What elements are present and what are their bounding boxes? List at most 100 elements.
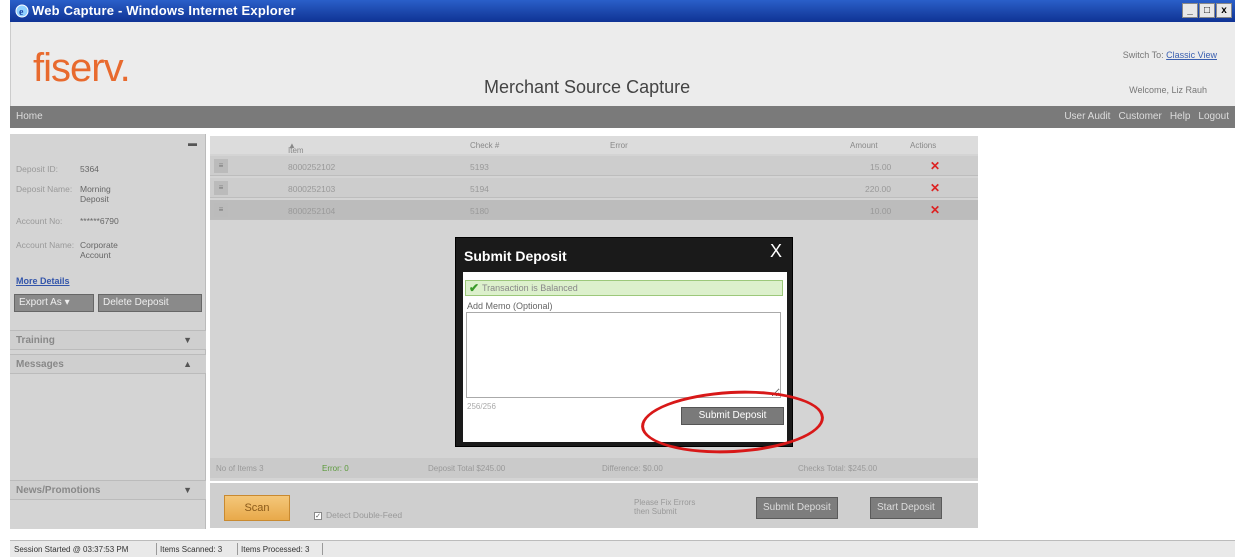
delete-row-icon[interactable]: ✕ bbox=[930, 203, 940, 217]
scan-button[interactable]: Scan bbox=[224, 495, 290, 521]
delete-deposit-button[interactable]: Delete Deposit bbox=[98, 294, 202, 312]
nav-help[interactable]: Help bbox=[1170, 111, 1191, 122]
table-row[interactable]: ≡ 8000252102 5193 15.00 ✕ bbox=[210, 156, 978, 176]
item-number: 8000252102 bbox=[288, 162, 336, 172]
memo-label: Add Memo (Optional) bbox=[467, 301, 553, 311]
app-title: Merchant Source Capture bbox=[484, 77, 691, 97]
checkmark-icon: ✔ bbox=[469, 281, 480, 295]
dialog-submit-deposit-button[interactable]: Submit Deposit bbox=[681, 407, 784, 425]
dialog-title: Submit Deposit bbox=[464, 248, 567, 264]
fiserv-logo: fiserv. bbox=[33, 46, 131, 90]
submit-deposit-button[interactable]: Submit Deposit bbox=[756, 497, 838, 519]
delete-row-icon[interactable]: ✕ bbox=[930, 159, 940, 173]
col-check[interactable]: Check # bbox=[470, 141, 499, 150]
nav-right-menu: User Audit Customer Help Logout bbox=[1064, 111, 1229, 122]
deposit-summary-bar: No of Items 3 Error: 0 Deposit Total $24… bbox=[210, 458, 978, 478]
export-as-button[interactable]: Export As ▾ bbox=[14, 294, 94, 312]
balanced-message: ✔ Transaction is Balanced bbox=[465, 280, 783, 296]
account-name-label: Account Name: bbox=[16, 240, 75, 250]
checkbox-checked-icon[interactable]: ✓ bbox=[314, 512, 322, 520]
more-details-link[interactable]: More Details bbox=[16, 276, 70, 286]
nav-logout[interactable]: Logout bbox=[1198, 111, 1229, 122]
table-row[interactable]: ≡ 8000252104 5180 10.00 ✕ bbox=[210, 200, 978, 220]
deposit-total: Deposit Total $245.00 bbox=[428, 464, 506, 473]
switch-to: Switch To: Classic View bbox=[1123, 50, 1217, 60]
nav-customer[interactable]: Customer bbox=[1118, 111, 1161, 122]
classic-view-link[interactable]: Classic View bbox=[1166, 50, 1217, 60]
dialog-body: ✔ Transaction is Balanced Add Memo (Opti… bbox=[463, 272, 787, 442]
account-name-value: Corporate Account bbox=[80, 240, 118, 260]
switch-to-label: Switch To: bbox=[1122, 50, 1164, 60]
deposit-name-row: Deposit Name: Morning Deposit bbox=[16, 184, 140, 204]
training-label: Training bbox=[16, 335, 55, 346]
deposit-id-row: Deposit ID: 5364 bbox=[16, 164, 140, 174]
status-bar: Session Started @ 03:37:53 PM Items Scan… bbox=[10, 540, 1235, 557]
start-deposit-button[interactable]: Start Deposit bbox=[870, 497, 942, 519]
action-bar: Scan ✓ Detect Double-Feed Please Fix Erro… bbox=[210, 483, 978, 528]
col-item[interactable]: Item # ▲ bbox=[288, 141, 304, 164]
table-row[interactable]: ≡ 8000252103 5194 220.00 ✕ bbox=[210, 178, 978, 198]
account-no-label: Account No: bbox=[16, 216, 63, 226]
detect-double-feed[interactable]: ✓ Detect Double-Feed bbox=[314, 510, 402, 520]
item-number: 8000252103 bbox=[288, 184, 336, 194]
checks-total: Checks Total: $245.00 bbox=[798, 464, 878, 473]
col-amount[interactable]: Amount bbox=[850, 141, 878, 150]
memo-textarea[interactable] bbox=[466, 312, 781, 398]
divider bbox=[237, 543, 238, 555]
col-actions: Actions bbox=[910, 141, 937, 150]
news-label: News/Promotions bbox=[16, 485, 101, 496]
messages-panel-header[interactable]: Messages ▲ bbox=[10, 354, 206, 374]
items-scanned: Items Scanned: 3 bbox=[160, 545, 223, 554]
close-window-button[interactable]: x bbox=[1216, 3, 1232, 18]
deposit-name-label: Deposit Name: bbox=[16, 184, 73, 194]
drag-handle-icon[interactable]: ≡ bbox=[214, 159, 228, 173]
nav-home[interactable]: Home bbox=[16, 111, 43, 122]
internet-explorer-icon: e bbox=[15, 4, 29, 18]
export-as-label: Export As bbox=[19, 297, 62, 308]
col-error[interactable]: Error bbox=[610, 141, 628, 150]
nav-bar: Home User Audit Customer Help Logout bbox=[10, 106, 1235, 128]
grid-header: Item # ▲ Check # Error Amount Actions bbox=[210, 136, 978, 164]
divider bbox=[156, 543, 157, 555]
maximize-button[interactable]: □ bbox=[1199, 3, 1215, 18]
check-number: 5194 bbox=[470, 184, 489, 194]
window-title-bar: e Web Capture - Windows Internet Explore… bbox=[10, 0, 1235, 22]
char-counter: 256/256 bbox=[467, 402, 496, 411]
account-no-value: ******6790 bbox=[80, 216, 119, 226]
difference: Difference: $0.00 bbox=[602, 464, 663, 473]
check-number: 5193 bbox=[470, 162, 489, 172]
amount: 10.00 bbox=[870, 206, 892, 216]
delete-row-icon[interactable]: ✕ bbox=[930, 181, 940, 195]
messages-label: Messages bbox=[16, 359, 64, 370]
divider bbox=[322, 543, 323, 555]
item-number: 8000252104 bbox=[288, 206, 336, 216]
welcome-text: Welcome, Liz Rauh bbox=[1129, 85, 1207, 95]
expand-down-icon: ▼ bbox=[183, 335, 192, 345]
news-panel-header[interactable]: News/Promotions ▼ bbox=[10, 480, 206, 500]
check-number: 5180 bbox=[470, 206, 489, 216]
account-name-row: Account Name: Corporate Account bbox=[16, 240, 140, 260]
minimize-button[interactable]: _ bbox=[1182, 3, 1198, 18]
submit-deposit-dialog: Submit Deposit X ✔ Transaction is Balanc… bbox=[455, 237, 793, 447]
deposit-sidebar: ▬ Deposit ID: 5364 Deposit Name: Morning… bbox=[10, 134, 206, 529]
window-controls: _ □ x bbox=[1182, 3, 1232, 18]
deposit-id-value: 5364 bbox=[80, 164, 99, 174]
error-count: Error: 0 bbox=[322, 464, 349, 473]
window-title: Web Capture - Windows Internet Explorer bbox=[32, 3, 296, 18]
expand-down-icon: ▼ bbox=[183, 485, 192, 495]
fix-errors-note: Please Fix Errors then Submit bbox=[634, 498, 696, 516]
drag-handle-icon[interactable]: ≡ bbox=[214, 181, 228, 195]
amount: 220.00 bbox=[865, 184, 891, 194]
amount: 15.00 bbox=[870, 162, 892, 172]
deposit-id-label: Deposit ID: bbox=[16, 164, 59, 174]
balanced-text: Transaction is Balanced bbox=[482, 283, 578, 293]
collapse-icon[interactable]: ▬ bbox=[188, 138, 197, 148]
app-header: fiserv. Merchant Source Capture Switch T… bbox=[10, 22, 1235, 106]
account-no-row: Account No: ******6790 bbox=[16, 216, 140, 226]
collapse-up-icon: ▲ bbox=[183, 359, 192, 369]
training-panel-header[interactable]: Training ▼ bbox=[10, 330, 206, 350]
nav-user-audit[interactable]: User Audit bbox=[1064, 111, 1110, 122]
close-icon[interactable]: X bbox=[770, 241, 782, 262]
deposit-name-value: Morning Deposit bbox=[80, 184, 111, 204]
drag-handle-icon[interactable]: ≡ bbox=[214, 203, 228, 217]
